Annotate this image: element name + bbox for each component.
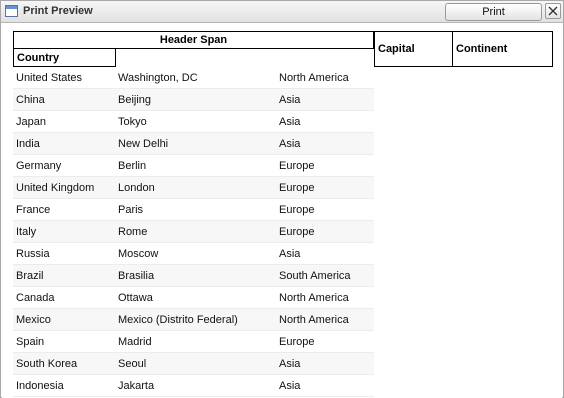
continent-cell: Asia [279,94,301,106]
table-row: Mexico Mexico (Distrito Federal) North A… [13,309,374,331]
capital-cell: Rome [118,226,148,238]
capital-cell: Madrid [118,336,152,348]
column-header-capital: Capital [374,31,453,67]
header-span: Header Span [13,31,374,49]
column-header-continent: Continent [452,31,553,67]
continent-cell: North America [279,314,349,326]
table-row: France Paris Europe [13,199,374,221]
capital-cell: Mexico (Distrito Federal) [118,314,238,326]
capital-cell: London [118,182,155,194]
capital-cell: Berlin [118,160,147,172]
close-button[interactable] [545,3,561,19]
continent-cell: Asia [279,380,301,392]
table-row: United States Washington, DC North Ameri… [13,67,374,89]
table-row: Brazil Brasilia South America [13,265,374,287]
table-row: India New Delhi Asia [13,133,374,155]
country-cell: Russia [16,248,50,260]
table-row: Italy Rome Europe [13,221,374,243]
country-cell: Italy [16,226,37,238]
table-body: United States Washington, DC North Ameri… [13,67,374,397]
capital-cell: Moscow [118,248,159,260]
country-cell: India [16,138,40,150]
capital-cell: Beijing [118,94,152,106]
country-cell: France [16,204,51,216]
continent-cell: Asia [279,248,301,260]
country-cell: South Korea [16,358,78,370]
country-cell: United Kingdom [16,182,95,194]
country-cell: Brazil [16,270,44,282]
capital-cell: Seoul [118,358,147,370]
continent-cell: North America [279,292,349,304]
continent-cell: Asia [279,358,301,370]
close-icon [548,6,558,16]
table-row: Japan Tokyo Asia [13,111,374,133]
capital-cell: Tokyo [118,116,147,128]
country-cell: China [16,94,45,106]
continent-cell: Europe [279,226,315,238]
continent-cell: Europe [279,182,315,194]
country-cell: Spain [16,336,45,348]
capital-cell: Paris [118,204,144,216]
capital-cell: Jakarta [118,380,155,392]
country-cell: Mexico [16,314,51,326]
table-row: China Beijing Asia [13,89,374,111]
continent-cell: South America [279,270,351,282]
country-cell: Germany [16,160,62,172]
window-icon [5,5,18,17]
continent-cell: Europe [279,204,315,216]
capital-cell: New Delhi [118,138,169,150]
window-title: Print Preview [23,5,93,17]
continent-cell: Asia [279,116,301,128]
capital-cell: Ottawa [118,292,153,304]
table-row: Russia Moscow Asia [13,243,374,265]
table-row: Germany Berlin Europe [13,155,374,177]
title-bar: Print Preview Print [1,1,563,23]
print-preview-window: Print Preview Print Header Span Country … [0,0,564,398]
country-cell: Canada [16,292,55,304]
continent-cell: North America [279,72,349,84]
continent-cell: Europe [279,336,315,348]
print-button[interactable]: Print [445,3,542,21]
table-row: Indonesia Jakarta Asia [13,375,374,397]
column-header-country: Country [13,48,116,67]
table-row: Canada Ottawa North America [13,287,374,309]
table-row: South Korea Seoul Asia [13,353,374,375]
country-cell: Indonesia [16,380,64,392]
capital-cell: Washington, DC [118,72,198,84]
country-cell: United States [16,72,83,84]
continent-cell: Europe [279,160,315,172]
capital-cell: Brasilia [118,270,155,282]
table-row: Spain Madrid Europe [13,331,374,353]
preview-content: Header Span Country Capital Continent Un… [2,24,562,398]
country-cell: Japan [16,116,46,128]
table-row: United Kingdom London Europe [13,177,374,199]
continent-cell: Asia [279,138,301,150]
